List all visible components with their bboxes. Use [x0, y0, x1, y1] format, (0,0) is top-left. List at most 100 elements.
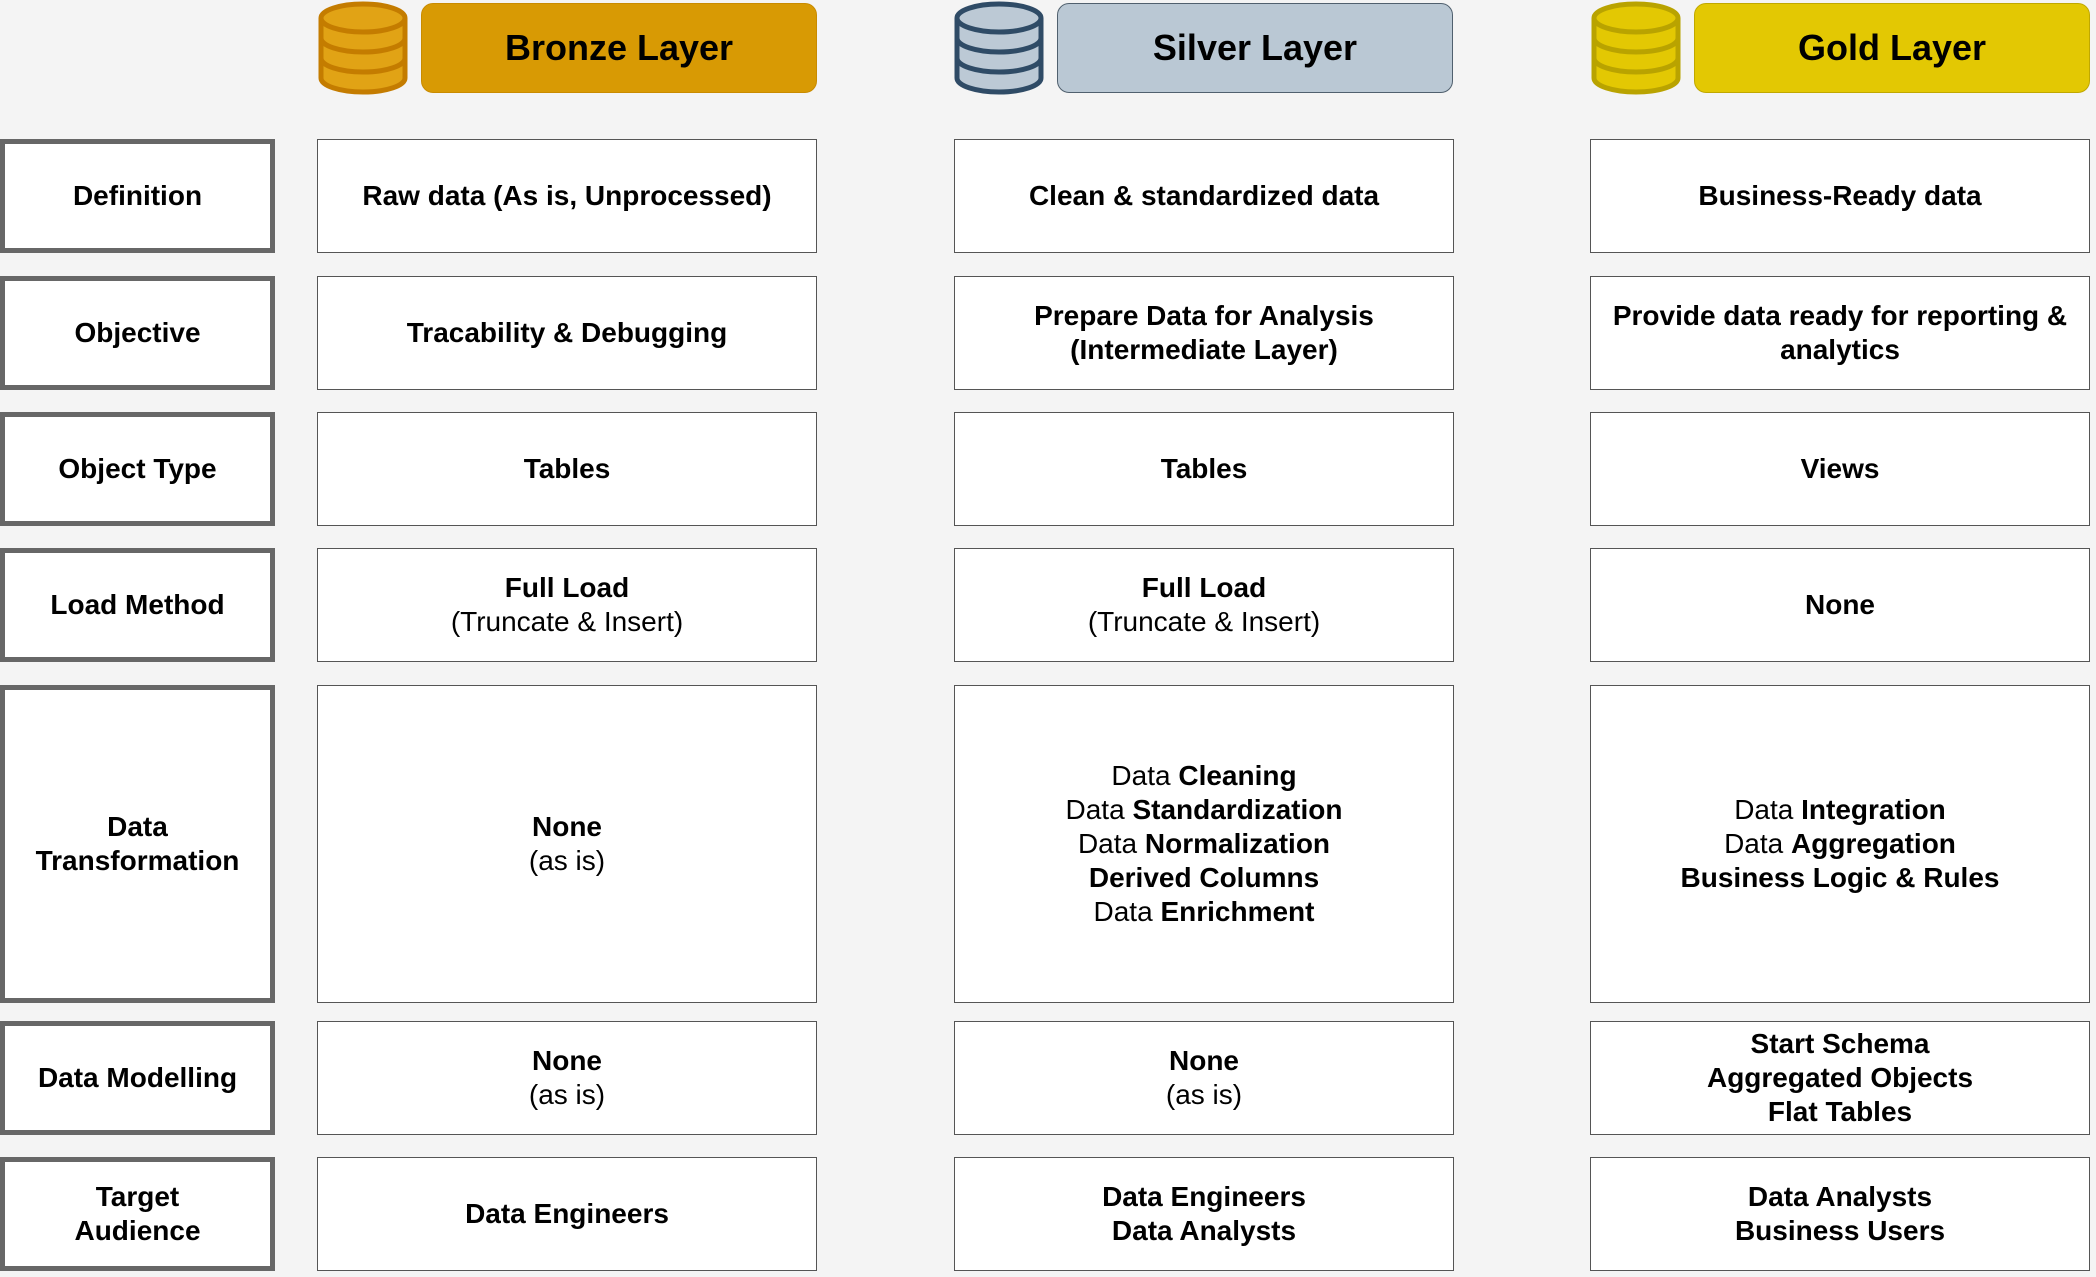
silver-cell: Full Load (Truncate & Insert): [954, 548, 1454, 662]
cell-text: None: [1805, 589, 1875, 620]
cell-line: Data Engineers: [465, 1197, 669, 1231]
cell-text: (as is): [528, 845, 606, 876]
database-icon: [953, 0, 1045, 101]
cell-text: Business Logic & Rules: [1680, 862, 2000, 893]
silver-cell: Prepare Data for Analysis (Intermediate L…: [954, 276, 1454, 390]
row-label-text: Object Type: [58, 453, 217, 484]
cell-text: Flat Tables: [1767, 1096, 1913, 1127]
cell-line: analytics: [1780, 333, 1900, 367]
cell-line: Start Schema: [1751, 1027, 1930, 1061]
cell-line: Flat Tables: [1768, 1095, 1912, 1129]
cell-line: Data Enrichment: [1094, 895, 1315, 929]
cell-text: None: [532, 1045, 602, 1076]
cell-line: None: [1169, 1044, 1239, 1078]
silver-cell: Clean & standardized data: [954, 139, 1454, 253]
cell-line: Data Normalization: [1078, 827, 1330, 861]
cell-text: None: [532, 811, 602, 842]
cell-line: Raw data (As is, Unprocessed): [362, 179, 771, 213]
cell-text: Tracability & Debugging: [406, 317, 728, 348]
cell-text: Data Engineers: [465, 1198, 669, 1229]
cell-text: Data: [1111, 760, 1179, 791]
cell-text: Data: [1065, 794, 1133, 825]
row-label: Definition: [0, 139, 275, 253]
cell-line: Data Analysts: [1112, 1214, 1296, 1248]
cell-line: Full Load: [1142, 571, 1266, 605]
cell-line: (Truncate & Insert): [1088, 605, 1320, 639]
cell-text: Data Engineers: [1102, 1181, 1306, 1212]
cell-text: Data Analysts: [1747, 1181, 1933, 1212]
cell-text: Business-Ready data: [1698, 180, 1982, 211]
cell-line: Views: [1801, 452, 1880, 486]
silver-layer-header: Silver Layer: [1057, 3, 1453, 93]
row-label-text: Definition: [72, 180, 203, 211]
cell-text: Data: [1093, 896, 1161, 927]
cell-line: (as is): [529, 1078, 605, 1112]
gold-layer-header: Gold Layer: [1694, 3, 2090, 93]
cell-line: Provide data ready for reporting &: [1613, 299, 2067, 333]
silver-cell: Data Cleaning Data Standardization Data No…: [954, 685, 1454, 1003]
cell-line: (Intermediate Layer): [1070, 333, 1338, 367]
cell-line: Derived Columns: [1089, 861, 1319, 895]
cell-line: Data Engineers: [1102, 1180, 1306, 1214]
bronze-cell: Raw data (As is, Unprocessed): [317, 139, 817, 253]
cell-text: Tables: [1160, 453, 1248, 484]
cell-line: None: [532, 1044, 602, 1078]
bronze-cell: None (as is): [317, 685, 817, 1003]
bronze-cell: Full Load (Truncate & Insert): [317, 548, 817, 662]
gold-cell: Provide data ready for reporting & analyt…: [1590, 276, 2090, 390]
cell-line: Business Users: [1735, 1214, 1945, 1248]
row-label-text: Objective: [74, 317, 201, 348]
row-label-text: Data Modelling: [37, 1062, 238, 1093]
cell-line: Data Integration: [1734, 793, 1946, 827]
bronze-cell: Data Engineers: [317, 1157, 817, 1271]
cell-text: Derived Columns: [1088, 862, 1320, 893]
cell-line: Data Analysts: [1748, 1180, 1932, 1214]
cell-line: None: [1805, 588, 1875, 622]
layer-comparison-diagram: Bronze Layer Silver Layer Gold Layer Defini…: [0, 0, 2096, 1277]
cell-line: None: [532, 810, 602, 844]
row-label-text: Data Transformation: [35, 811, 240, 876]
cell-text: Full Load: [504, 572, 630, 603]
row-label: Object Type: [0, 412, 275, 526]
cell-line: Full Load: [505, 571, 629, 605]
cell-text: Raw data (As is, Unprocessed): [362, 180, 772, 211]
cell-line: (Truncate & Insert): [451, 605, 683, 639]
cell-line: Clean & standardized data: [1029, 179, 1379, 213]
row-label-text: Load Method: [50, 589, 225, 620]
cell-line: Data Standardization: [1066, 793, 1343, 827]
cell-text: Enrichment: [1160, 896, 1315, 927]
silver-cell: Tables: [954, 412, 1454, 526]
cell-text: Integration: [1801, 794, 1946, 825]
cell-line: (as is): [1166, 1078, 1242, 1112]
cell-text: (as is): [528, 1079, 606, 1110]
row-label-text: Target Audience: [74, 1181, 201, 1246]
silver-cell: None (as is): [954, 1021, 1454, 1135]
cell-text: Cleaning: [1178, 760, 1297, 791]
cell-text: (Truncate & Insert): [450, 606, 684, 637]
database-icon: [1590, 0, 1682, 101]
cell-text: Prepare Data for Analysis: [1034, 300, 1374, 331]
cell-text: Data: [1077, 828, 1145, 859]
row-label: Data Transformation: [0, 685, 275, 1003]
bronze-layer-header: Bronze Layer: [421, 3, 817, 93]
bronze-cell: Tables: [317, 412, 817, 526]
database-icon: [317, 0, 409, 101]
cell-text: Tables: [523, 453, 611, 484]
row-label: Objective: [0, 276, 275, 390]
cell-line: Tables: [1161, 452, 1248, 486]
gold-cell: Views: [1590, 412, 2090, 526]
gold-cell: Start Schema Aggregated Objects Flat Table…: [1590, 1021, 2090, 1135]
cell-text: (Truncate & Insert): [1087, 606, 1321, 637]
cell-line: Data Cleaning: [1111, 759, 1296, 793]
cell-text: Provide data ready for reporting &: [1612, 300, 2068, 331]
cell-text: Data: [1724, 828, 1792, 859]
cell-text: Business Users: [1734, 1215, 1946, 1246]
cell-text: analytics: [1780, 334, 1900, 365]
bronze-cell: None (as is): [317, 1021, 817, 1135]
cell-line: Prepare Data for Analysis: [1034, 299, 1374, 333]
cell-line: Tracability & Debugging: [407, 316, 727, 350]
cell-text: Data: [1734, 794, 1802, 825]
row-label: Load Method: [0, 548, 275, 662]
cell-text: Standardization: [1132, 794, 1343, 825]
cell-line: (as is): [529, 844, 605, 878]
